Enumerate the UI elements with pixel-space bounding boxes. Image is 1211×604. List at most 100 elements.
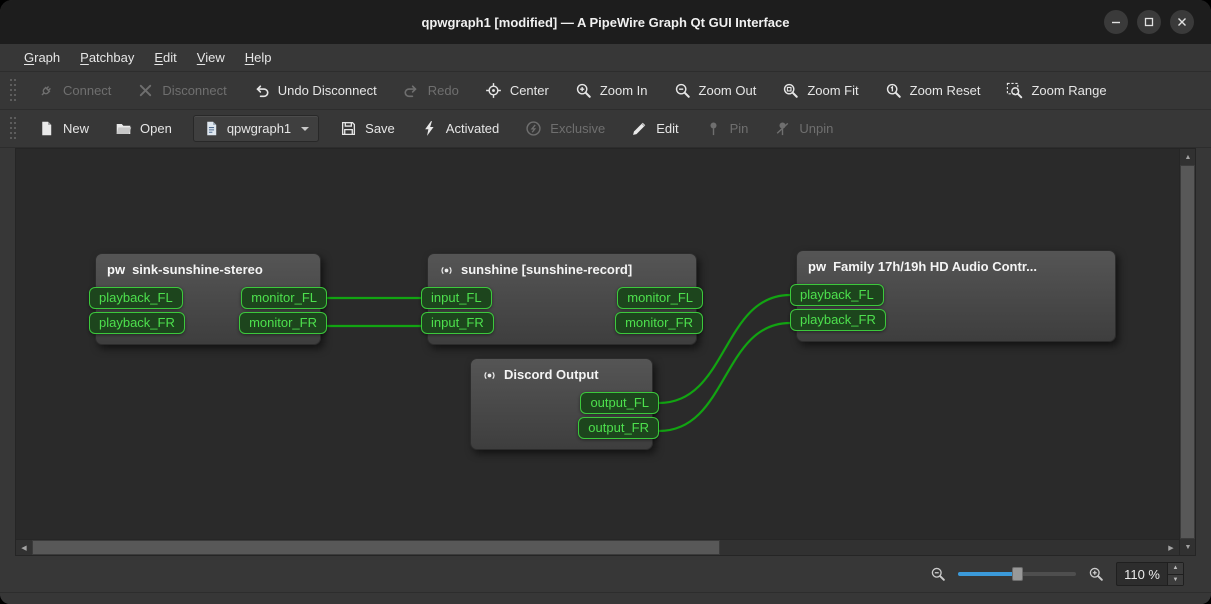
new-button[interactable]: New <box>27 115 100 143</box>
activated-toggle[interactable]: Activated <box>410 115 510 143</box>
patchbay-select-value: qpwgraph1 <box>226 121 292 136</box>
pin-icon <box>710 122 717 136</box>
undo-disconnect-button[interactable]: Undo Disconnect <box>242 77 388 105</box>
undo-disconnect-label: Undo Disconnect <box>277 83 377 98</box>
pipewire-icon: pw <box>107 262 126 277</box>
port-playback-fl[interactable]: playback_FL <box>89 287 183 309</box>
zoom-fit-icon <box>784 83 799 98</box>
port-monitor-fr[interactable]: monitor_FR <box>239 312 327 334</box>
horizontal-scrollbar-track[interactable] <box>720 540 1163 555</box>
menu-graph[interactable]: Graph <box>14 44 70 71</box>
zoom-spinbox[interactable]: 110 % ▲ ▼ <box>1116 562 1184 586</box>
node-title: Family 17h/19h HD Audio Contr... <box>833 259 1037 274</box>
node-sunshine-record[interactable]: sunshine [sunshine-record] input_FL moni… <box>421 253 703 345</box>
speaker-icon <box>441 266 452 274</box>
new-document-icon <box>42 121 52 136</box>
scroll-up-arrow-icon[interactable]: ▲ <box>1180 149 1196 165</box>
menu-patchbay[interactable]: Patchbay <box>70 44 144 71</box>
pin-button[interactable]: Pin <box>694 115 760 143</box>
open-button[interactable]: Open <box>104 115 183 143</box>
center-button[interactable]: Center <box>474 77 560 105</box>
edit-toggle[interactable]: Edit <box>620 115 689 143</box>
scroll-left-arrow-icon[interactable]: ◀ <box>16 540 32 556</box>
close-button[interactable] <box>1170 10 1194 34</box>
zoom-out-button[interactable]: Zoom Out <box>663 77 768 105</box>
speaker-icon <box>484 371 495 379</box>
zoom-in-small-icon[interactable] <box>1088 566 1104 582</box>
zoom-value[interactable]: 110 % <box>1117 563 1167 585</box>
zoom-out-label: Zoom Out <box>698 83 757 98</box>
menu-view[interactable]: View <box>187 44 235 71</box>
horizontal-scrollbar[interactable]: ◀ ▶ <box>16 539 1179 555</box>
graph-canvas[interactable]: pw sink-sunshine-stereo playback_FL moni… <box>16 149 1179 539</box>
menu-help[interactable]: Help <box>235 44 282 71</box>
vertical-scrollbar[interactable]: ▲ ▼ <box>1179 149 1195 555</box>
connect-button[interactable]: Connect <box>27 77 122 105</box>
zoom-slider-thumb[interactable] <box>1012 567 1024 581</box>
scroll-right-arrow-icon[interactable]: ▶ <box>1163 540 1179 556</box>
zoom-slider-fill <box>958 572 1016 576</box>
port-input-fr[interactable]: input_FR <box>421 312 494 334</box>
activated-bolt-icon <box>424 121 434 136</box>
new-label: New <box>63 121 90 136</box>
graph-toolbar: Connect Disconnect Undo Disconnect Redo … <box>0 72 1211 110</box>
node-sink-sunshine-stereo[interactable]: pw sink-sunshine-stereo playback_FL moni… <box>89 253 327 345</box>
save-label: Save <box>365 121 395 136</box>
zoom-slider[interactable] <box>958 566 1077 582</box>
spin-up-icon[interactable]: ▲ <box>1168 563 1183 575</box>
close-icon <box>1178 18 1186 26</box>
node-family-hd-audio[interactable]: pw Family 17h/19h HD Audio Contr... play… <box>790 250 1116 342</box>
zoom-in-button[interactable]: Zoom In <box>564 77 659 105</box>
menubar: Graph Patchbay Edit View Help <box>0 44 1211 72</box>
port-output-fr[interactable]: output_FR <box>578 417 659 439</box>
horizontal-scrollbar-thumb[interactable] <box>32 540 720 555</box>
center-icon <box>485 83 501 98</box>
unpin-label: Unpin <box>799 121 834 136</box>
node-header: pw Family 17h/19h HD Audio Contr... <box>797 251 1115 281</box>
disconnect-button[interactable]: Disconnect <box>126 77 237 105</box>
toolbar-drag-handle[interactable] <box>10 116 17 141</box>
maximize-button[interactable] <box>1137 10 1161 34</box>
menu-edit[interactable]: Edit <box>144 44 186 71</box>
titlebar[interactable]: qpwgraph1 [modified] — A PipeWire Graph … <box>0 0 1211 44</box>
zoom-in-icon <box>576 83 591 98</box>
port-playback-fl[interactable]: playback_FL <box>790 284 884 306</box>
port-monitor-fl[interactable]: monitor_FL <box>241 287 327 309</box>
undo-icon <box>256 85 269 98</box>
node-title: sink-sunshine-stereo <box>132 262 263 277</box>
window-controls <box>1104 10 1211 34</box>
port-output-fl[interactable]: output_FL <box>580 392 659 414</box>
zoom-reset-label: Zoom Reset <box>909 83 981 98</box>
app-window: qpwgraph1 [modified] — A PipeWire Graph … <box>0 0 1211 604</box>
patchbay-select[interactable]: qpwgraph1 <box>192 115 320 142</box>
disconnect-label: Disconnect <box>162 83 227 98</box>
unpin-button[interactable]: Unpin <box>763 115 844 143</box>
node-title: sunshine [sunshine-record] <box>461 262 633 277</box>
edit-label: Edit <box>656 121 679 136</box>
zoom-range-label: Zoom Range <box>1031 83 1107 98</box>
scroll-down-arrow-icon[interactable]: ▼ <box>1180 539 1196 555</box>
redo-button[interactable]: Redo <box>392 77 470 105</box>
port-monitor-fl[interactable]: monitor_FL <box>617 287 703 309</box>
save-button[interactable]: Save <box>329 115 406 143</box>
zoom-reset-button[interactable]: Zoom Reset <box>874 77 992 105</box>
zoom-range-button[interactable]: Zoom Range <box>995 77 1117 105</box>
zoom-out-small-icon[interactable] <box>930 566 946 582</box>
exclusive-label: Exclusive <box>550 121 606 136</box>
node-discord-output[interactable]: Discord Output output_FL output_FR <box>470 358 659 450</box>
exclusive-icon <box>526 121 541 136</box>
center-label: Center <box>509 83 549 98</box>
spin-down-icon[interactable]: ▼ <box>1168 574 1183 585</box>
minimize-button[interactable] <box>1104 10 1128 34</box>
spinbox-arrows: ▲ ▼ <box>1167 563 1183 585</box>
exclusive-toggle[interactable]: Exclusive <box>514 115 616 143</box>
port-input-fl[interactable]: input_FL <box>421 287 492 309</box>
port-monitor-fr[interactable]: monitor_FR <box>615 312 703 334</box>
toolbar-drag-handle[interactable] <box>10 78 17 103</box>
port-playback-fr[interactable]: playback_FR <box>790 309 886 331</box>
port-playback-fr[interactable]: playback_FR <box>89 312 185 334</box>
zoom-fit-button[interactable]: Zoom Fit <box>771 77 869 105</box>
node-header: Discord Output <box>471 359 652 389</box>
vertical-scrollbar-thumb[interactable] <box>1180 165 1195 539</box>
graph-area: pw sink-sunshine-stereo playback_FL moni… <box>15 148 1196 556</box>
